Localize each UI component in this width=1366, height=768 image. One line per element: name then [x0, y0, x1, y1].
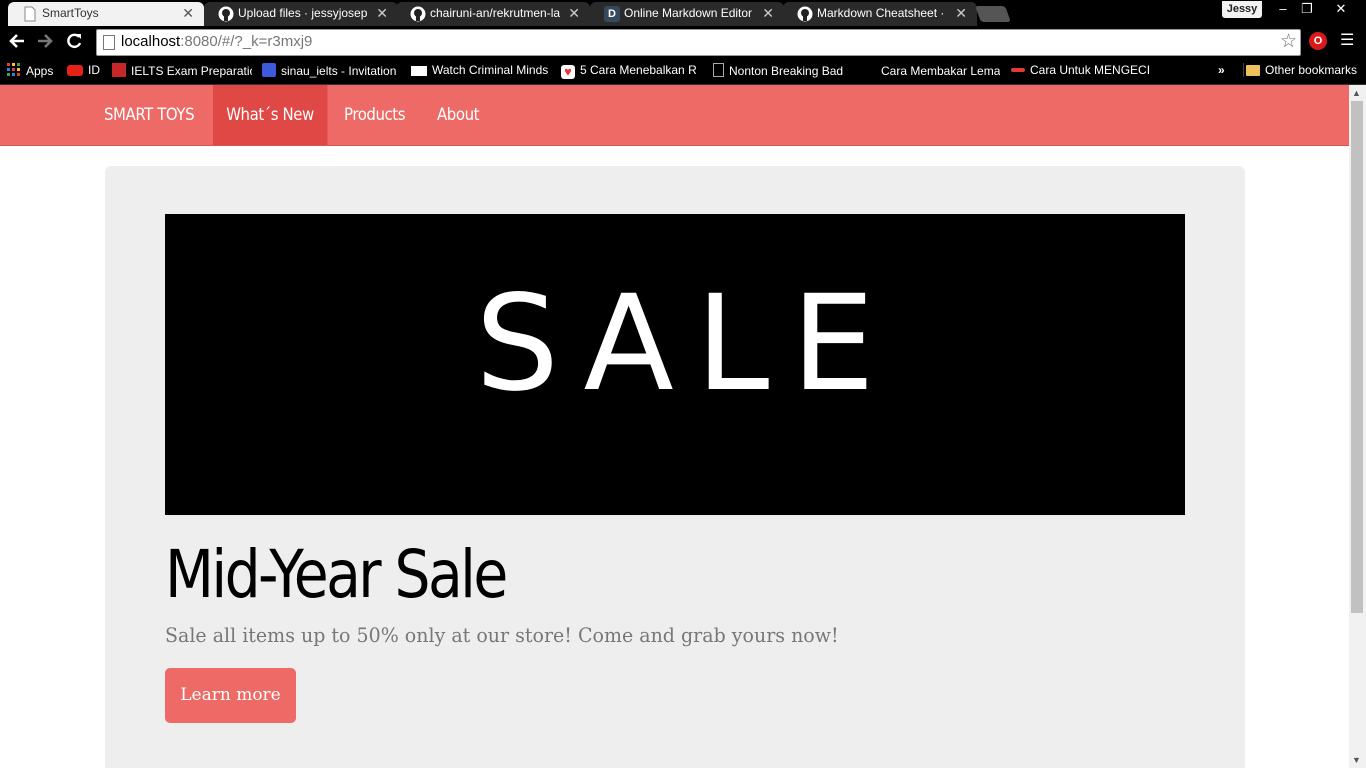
profile-button[interactable]: Jessy — [1222, 1, 1262, 18]
github-icon — [218, 6, 234, 22]
tab-title: Online Markdown Editor - — [624, 6, 754, 20]
scroll-up-icon[interactable]: ▲ — [1352, 88, 1361, 98]
page-viewport: SMART TOYS What´s New Products About SAL… — [0, 85, 1349, 768]
restore-button[interactable]: ❐ — [1294, 0, 1320, 18]
sale-banner-image: SALE — [165, 214, 1185, 515]
nav-products[interactable]: Products — [344, 85, 406, 145]
tab-smarttoys[interactable]: SmartToys ✕ — [8, 2, 204, 26]
page-icon — [713, 63, 724, 77]
vertical-scrollbar[interactable]: ▲ ▼ — [1349, 85, 1366, 768]
ielts-icon — [112, 63, 126, 77]
heart-icon: ♥ — [561, 65, 575, 79]
bookmark-id[interactable]: ID — [67, 63, 100, 77]
bookmarks-bar: Apps ID IELTS Exam Preparatio sinau_ielt… — [0, 58, 1366, 85]
bookmark-breaking-bad[interactable]: Nonton Breaking Bad — [713, 63, 853, 78]
bookmark-cara-menebalkan[interactable]: ♥ 5 Cara Menebalkan R — [561, 63, 701, 79]
site-navbar: SMART TOYS What´s New Products About — [0, 85, 1349, 146]
other-bookmarks[interactable]: Other bookmarks — [1243, 63, 1357, 77]
forward-button[interactable] — [34, 32, 56, 52]
apps-grid-icon — [7, 63, 20, 76]
bookmark-criminal-minds[interactable]: Watch Criminal Minds — [411, 63, 551, 77]
url-text: localhost:8080/#/?_k=r3mxj9 — [121, 33, 313, 50]
tab-title: SmartToys — [42, 6, 99, 20]
brand-link[interactable]: SMART TOYS — [104, 85, 195, 145]
hero-title: Mid-Year Sale — [165, 536, 508, 613]
chat-icon — [262, 63, 276, 77]
bookmark-apps[interactable]: Apps — [7, 63, 53, 78]
blank-icon — [862, 63, 876, 77]
tab-title: Upload files · jessyjosephine — [238, 6, 368, 20]
bookmark-cara-membakar[interactable]: Cara Membakar Lema — [862, 63, 1000, 78]
github-icon — [797, 6, 813, 22]
close-icon[interactable]: ✕ — [376, 5, 388, 22]
bookmark-ielts[interactable]: IELTS Exam Preparatio — [112, 63, 252, 78]
browser-toolbar: localhost:8080/#/?_k=r3mxj9 ☆ O ☰ — [0, 26, 1366, 58]
window-close-button[interactable]: ✕ — [1326, 0, 1356, 18]
youtube-icon — [67, 65, 83, 76]
folder-icon — [1246, 65, 1260, 76]
banner-text: SALE — [475, 267, 897, 421]
tab-rekrutmen[interactable]: chairuni-an/rekrutmen-lab ✕ — [396, 2, 590, 26]
dillinger-icon: D — [604, 6, 620, 22]
reload-icon — [67, 33, 82, 49]
nav-about[interactable]: About — [437, 85, 479, 145]
close-icon[interactable]: ✕ — [955, 5, 967, 22]
github-icon — [410, 6, 426, 22]
swoosh-icon — [1011, 68, 1025, 72]
hero-jumbotron: SALE Mid-Year Sale Sale all items up to … — [105, 166, 1245, 768]
bookmark-star-icon[interactable]: ☆ — [1280, 30, 1297, 53]
minimize-button[interactable]: – — [1270, 0, 1296, 18]
page-icon — [24, 6, 36, 22]
opera-extension-icon[interactable]: O — [1309, 32, 1327, 50]
scroll-down-icon[interactable]: ▼ — [1352, 755, 1361, 765]
close-icon[interactable]: ✕ — [762, 5, 774, 22]
reload-button[interactable] — [63, 32, 85, 52]
tv-icon — [411, 66, 427, 76]
address-bar[interactable]: localhost:8080/#/?_k=r3mxj9 ☆ — [96, 29, 1301, 56]
bookmark-cara-mengecil[interactable]: Cara Untuk MENGECIL — [1011, 63, 1151, 77]
page-icon — [103, 35, 115, 50]
back-arrow-icon — [9, 34, 24, 48]
tab-title: chairuni-an/rekrutmen-lab — [430, 6, 560, 20]
bookmarks-overflow-button[interactable]: » — [1218, 63, 1225, 77]
nav-whats-new[interactable]: What´s New — [213, 85, 327, 145]
tab-strip: SmartToys ✕ Upload files · jessyjosephin… — [0, 0, 1366, 26]
bookmark-sinau-ielts[interactable]: sinau_ielts - Invitation — [262, 63, 400, 78]
close-icon[interactable]: ✕ — [568, 5, 580, 22]
forward-arrow-icon — [38, 34, 53, 48]
tab-markdown-editor[interactable]: D Online Markdown Editor - ✕ — [590, 2, 784, 26]
tab-upload-files[interactable]: Upload files · jessyjosephine ✕ — [204, 2, 398, 26]
learn-more-button[interactable]: Learn more — [165, 668, 296, 723]
tab-markdown-cheatsheet[interactable]: Markdown Cheatsheet · ad ✕ — [783, 2, 977, 26]
new-tab-button[interactable] — [975, 6, 1011, 22]
scrollbar-thumb[interactable] — [1351, 101, 1363, 613]
hero-lead: Sale all items up to 50% only at our sto… — [165, 623, 839, 647]
menu-icon[interactable]: ☰ — [1340, 32, 1356, 50]
tab-title: Markdown Cheatsheet · ad — [817, 6, 947, 20]
close-icon[interactable]: ✕ — [182, 5, 194, 22]
back-button[interactable] — [6, 32, 28, 52]
